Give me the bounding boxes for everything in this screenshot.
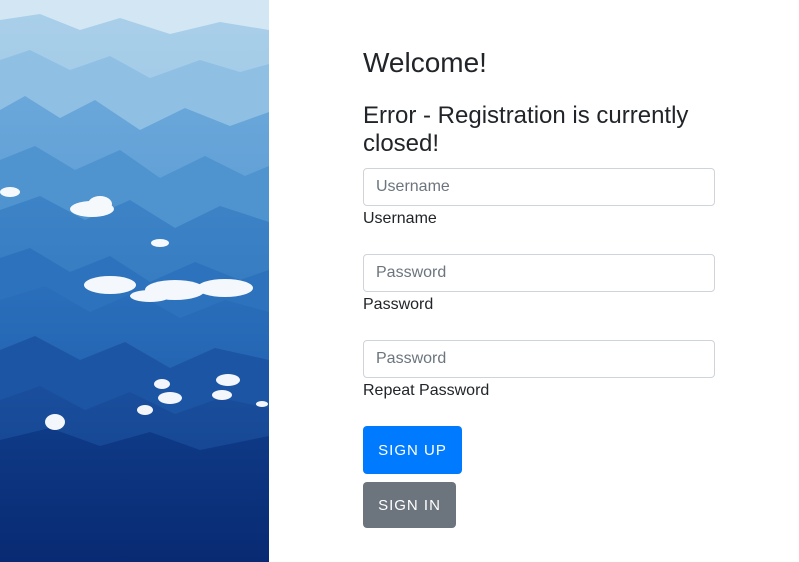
sign-in-button[interactable]: SIGN IN <box>363 482 456 528</box>
password-input[interactable] <box>363 254 715 292</box>
sign-up-button[interactable]: SIGN UP <box>363 426 462 474</box>
registration-page: Welcome! Error - Registration is current… <box>0 0 799 562</box>
error-message: Error - Registration is currently closed… <box>363 102 689 157</box>
mountain-landscape-image <box>0 0 269 562</box>
username-label: Username <box>363 210 437 227</box>
registration-form: Welcome! Error - Registration is current… <box>363 0 715 562</box>
repeat-password-label: Repeat Password <box>363 382 490 399</box>
username-input[interactable] <box>363 168 715 206</box>
password-label: Password <box>363 296 434 313</box>
welcome-heading: Welcome! <box>363 47 487 78</box>
repeat-password-input[interactable] <box>363 340 715 378</box>
mountain-landscape-icon <box>0 0 269 562</box>
